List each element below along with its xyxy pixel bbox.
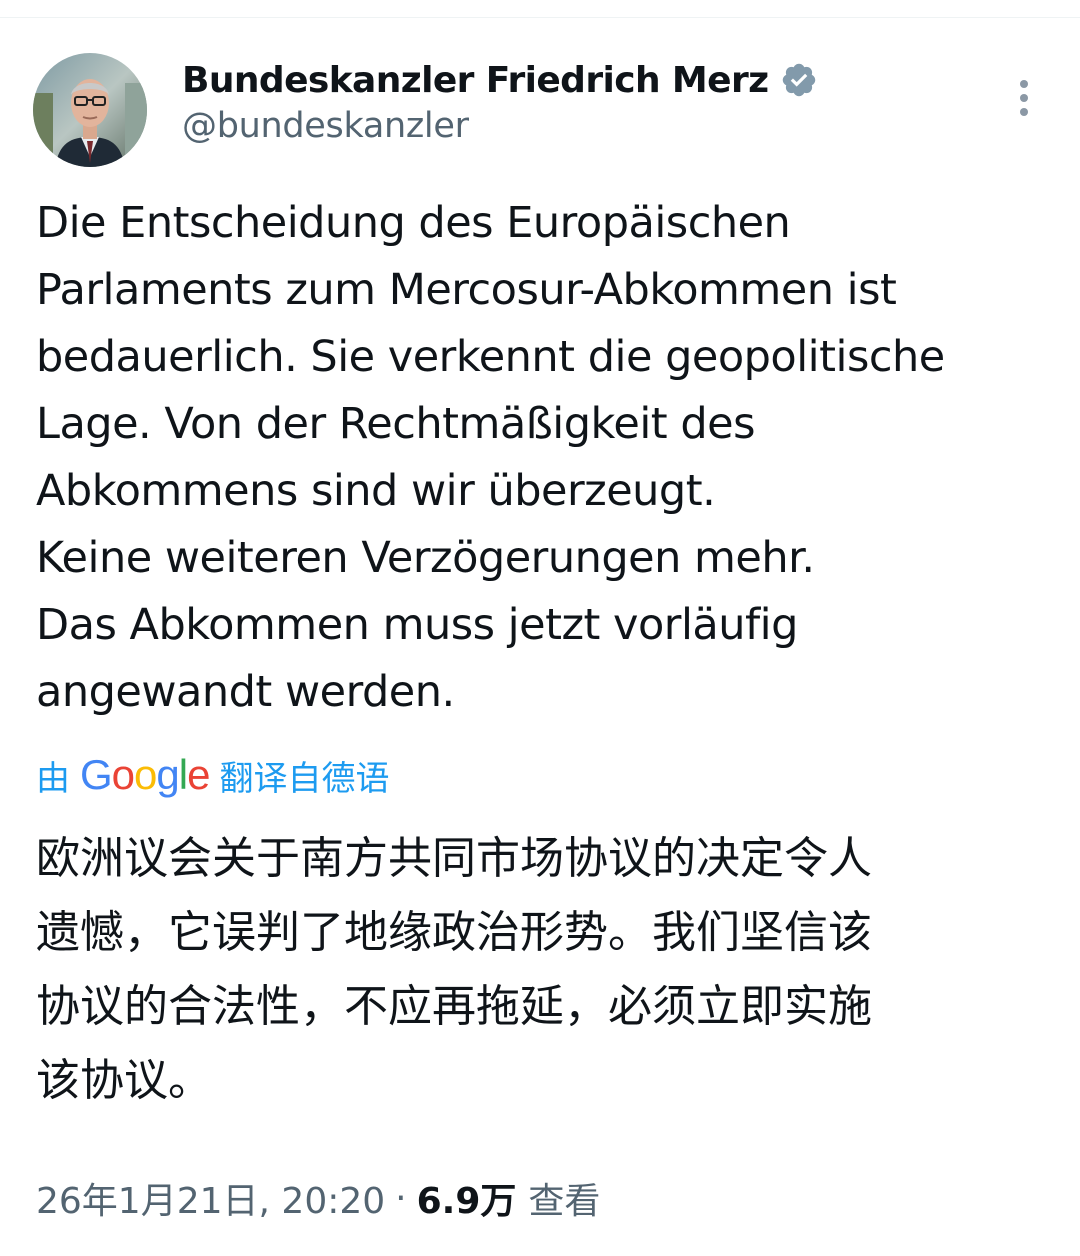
translation-prefix: 由 <box>36 758 70 799</box>
name-row: Bundeskanzler Friedrich Merz <box>182 56 818 104</box>
translation-suffix: 翻译自德语 <box>219 758 390 799</box>
more-vertical-icon[interactable] <box>1006 76 1042 120</box>
profile-photo <box>33 53 147 167</box>
timestamp[interactable]: 26年1月21日, 20:20 <box>36 1172 385 1224</box>
translated-text-line: 协议的合法性，不应再拖延，必须立即实施 <box>36 981 872 1032</box>
tweet-meta: 26年1月21日, 20:20 · 6.9万 查看 <box>36 1168 600 1228</box>
tweet-text-line: Keine weiteren Verzögerungen mehr. <box>36 533 815 583</box>
avatar[interactable] <box>33 53 147 167</box>
translated-text-line: 遗憾，它误判了地缘政治形势。我们坚信该 <box>36 907 872 958</box>
tweet-text-line: Abkommens sind wir überzeugt. <box>36 466 716 516</box>
meta-separator: · <box>395 1177 407 1219</box>
translation-attribution-link[interactable]: 由 Google 翻译自德语 <box>36 748 389 802</box>
display-name[interactable]: Bundeskanzler Friedrich Merz <box>182 60 769 101</box>
tweet-text-line: angewandt werden. <box>36 667 455 717</box>
translated-text: 欧洲议会关于南方共同市场协议的决定令人 遗憾，它误判了地缘政治形势。我们坚信该 … <box>36 822 1036 1118</box>
tweet-text-line: Die Entscheidung des Europäischen <box>36 198 791 248</box>
views-count: 6.9万 <box>416 1181 517 1222</box>
handle[interactable]: @bundeskanzler <box>182 106 818 146</box>
author-block: Bundeskanzler Friedrich Merz @bundeskanz… <box>182 56 818 146</box>
tweet-text: Die Entscheidung des Europäischen Parlam… <box>36 190 1066 726</box>
tweet-text-line: Parlaments zum Mercosur-Abkommen ist <box>36 265 897 315</box>
google-logo: Google <box>80 751 210 798</box>
tweet-text-line: Lage. Von der Rechtmäßigkeit des <box>36 399 755 449</box>
translated-text-line: 该协议。 <box>36 1055 212 1106</box>
tweet-header: Bundeskanzler Friedrich Merz @bundeskanz… <box>0 0 1080 180</box>
verified-badge-icon[interactable] <box>780 61 818 99</box>
tweet-text-line: bedauerlich. Sie verkennt die geopolitis… <box>36 332 945 382</box>
views-label: 查看 <box>528 1181 601 1222</box>
tweet-text-line: Das Abkommen muss jetzt vorläufig <box>36 600 798 650</box>
translated-text-line: 欧洲议会关于南方共同市场协议的决定令人 <box>36 833 872 884</box>
